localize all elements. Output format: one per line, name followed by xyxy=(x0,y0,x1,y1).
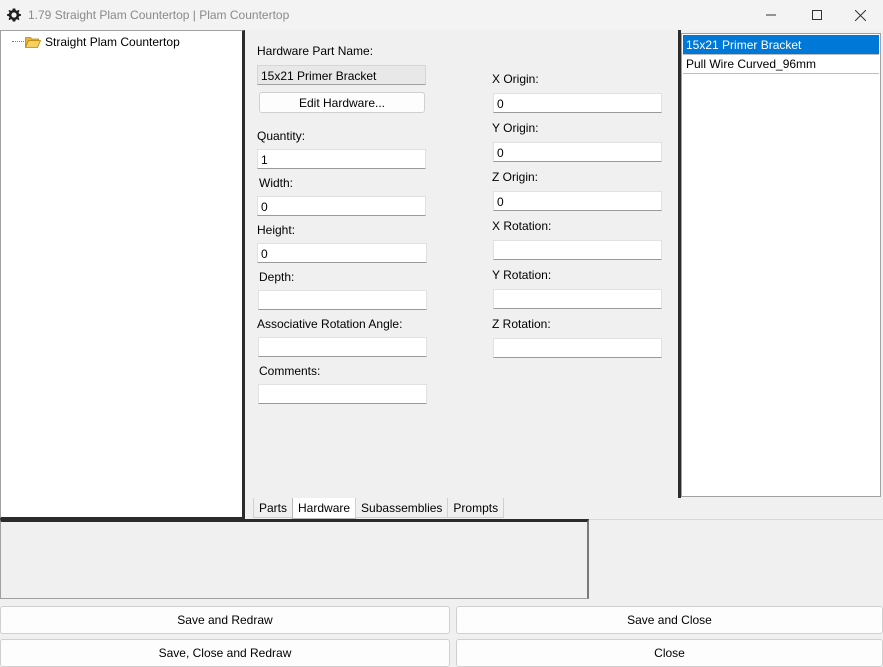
quantity-field[interactable]: 1 xyxy=(257,149,426,169)
y-rotation-label: Y Rotation: xyxy=(492,268,552,282)
tab-subassemblies[interactable]: Subassemblies xyxy=(355,498,449,518)
preview-side-area xyxy=(589,519,883,599)
y-origin-field[interactable]: 0 xyxy=(493,142,662,162)
close-dialog-button[interactable]: Close xyxy=(456,639,883,667)
height-field[interactable]: 0 xyxy=(257,243,427,263)
edit-hardware-button[interactable]: Edit Hardware... xyxy=(259,92,425,113)
z-rotation-field[interactable] xyxy=(493,338,662,358)
y-rotation-field[interactable] xyxy=(493,289,662,309)
title-bar: 1.79 Straight Plam Countertop | Plam Cou… xyxy=(0,0,883,30)
window-title: 1.79 Straight Plam Countertop | Plam Cou… xyxy=(28,8,290,22)
tab-prompts[interactable]: Prompts xyxy=(447,498,505,518)
depth-label: Depth: xyxy=(259,270,295,284)
hardware-list[interactable]: 15x21 Primer Bracket Pull Wire Curved_96… xyxy=(681,33,881,497)
save-and-redraw-button[interactable]: Save and Redraw xyxy=(0,606,450,634)
height-label: Height: xyxy=(257,223,296,237)
minimize-button[interactable] xyxy=(748,0,794,30)
preview-area xyxy=(0,519,589,599)
z-origin-label: Z Origin: xyxy=(492,170,539,184)
depth-field[interactable] xyxy=(258,290,427,310)
folder-open-icon xyxy=(24,36,42,52)
list-item[interactable]: 15x21 Primer Bracket xyxy=(683,35,879,54)
maximize-icon xyxy=(812,10,822,20)
z-origin-field[interactable]: 0 xyxy=(493,191,662,211)
assembly-tree[interactable]: Straight Plam Countertop xyxy=(0,30,245,519)
list-divider xyxy=(683,73,879,74)
associative-rotation-label: Associative Rotation Angle: xyxy=(257,317,403,331)
maximize-button[interactable] xyxy=(794,0,840,30)
z-rotation-label: Z Rotation: xyxy=(492,317,551,331)
width-label: Width: xyxy=(259,176,294,190)
x-origin-label: X Origin: xyxy=(492,72,539,86)
tree-connector xyxy=(12,41,24,42)
associative-rotation-field[interactable] xyxy=(258,337,427,357)
minimize-icon xyxy=(766,14,776,16)
hardware-part-name-label: Hardware Part Name: xyxy=(257,44,374,58)
x-origin-field[interactable]: 0 xyxy=(493,93,662,113)
tab-hardware[interactable]: Hardware xyxy=(292,498,357,519)
width-field[interactable]: 0 xyxy=(257,196,426,216)
y-origin-label: Y Origin: xyxy=(492,121,539,135)
comments-field[interactable] xyxy=(258,384,427,404)
quantity-label: Quantity: xyxy=(257,129,306,143)
gear-icon[interactable] xyxy=(6,7,22,23)
list-item[interactable]: Pull Wire Curved_96mm xyxy=(683,54,879,73)
x-rotation-field[interactable] xyxy=(493,240,662,260)
tab-strip: Parts Hardware Subassemblies Prompts xyxy=(253,498,505,519)
x-rotation-label: X Rotation: xyxy=(492,219,552,233)
save-close-and-redraw-button[interactable]: Save, Close and Redraw xyxy=(0,639,450,667)
tab-parts[interactable]: Parts xyxy=(253,498,294,518)
hardware-part-name-field: 15x21 Primer Bracket xyxy=(257,65,426,85)
close-icon xyxy=(854,9,866,21)
comments-label: Comments: xyxy=(259,364,321,378)
save-and-close-button[interactable]: Save and Close xyxy=(456,606,883,634)
close-button[interactable] xyxy=(837,0,883,30)
tree-item-label[interactable]: Straight Plam Countertop xyxy=(45,35,180,49)
hardware-form: Hardware Part Name: 15x21 Primer Bracket… xyxy=(248,30,678,498)
